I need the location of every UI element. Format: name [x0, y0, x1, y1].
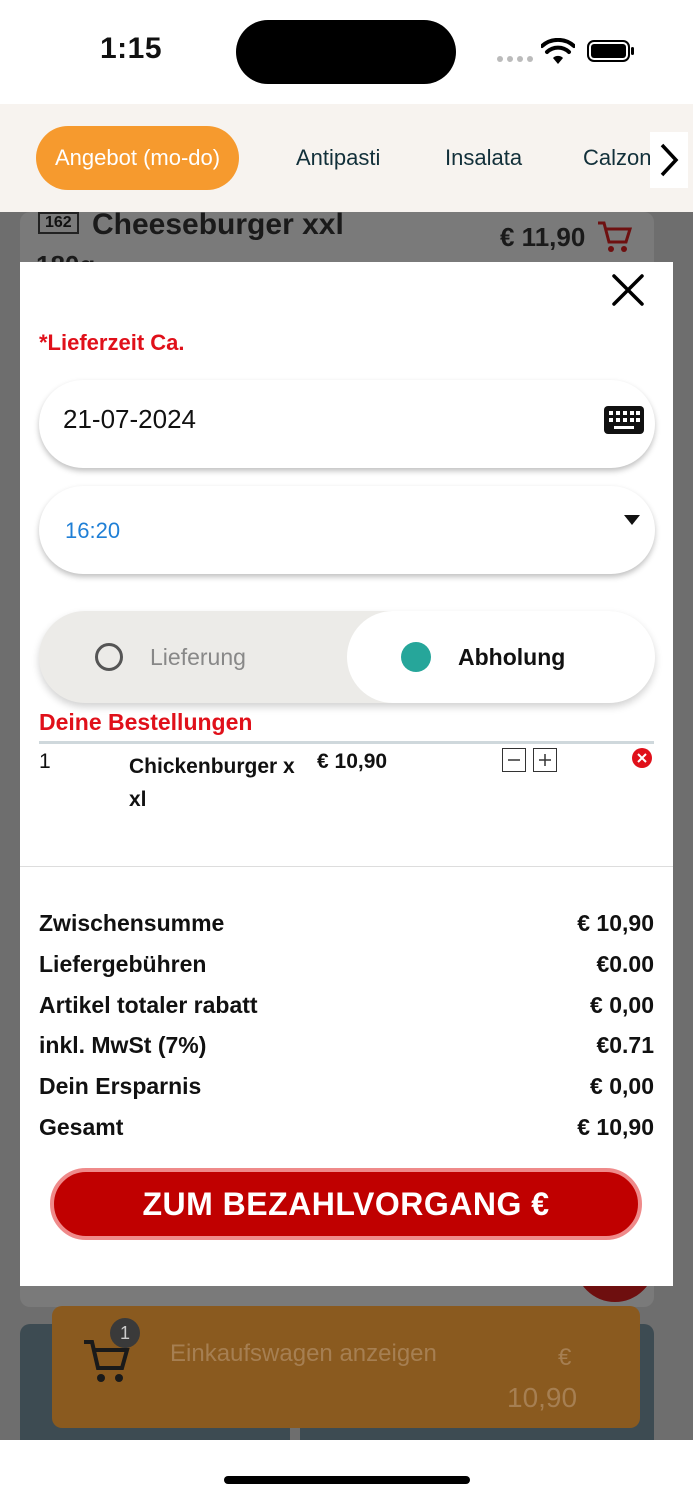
item-title: Cheeseburger xxl: [92, 212, 344, 241]
summary-value: € 0,00: [590, 1073, 654, 1099]
savings-row: Dein Ersparnis € 0,00: [39, 1073, 654, 1113]
category-tab-insalata[interactable]: Insalata: [445, 126, 522, 190]
minus-icon: [508, 759, 520, 761]
summary-label: Dein Ersparnis: [39, 1073, 202, 1099]
summary-value: €0.71: [596, 1032, 654, 1058]
option-pickup-label: Abholung: [458, 643, 566, 670]
radio-selected-icon: [401, 642, 431, 672]
category-bar: Angebot (mo-do) Antipasti Insalata Calzo…: [0, 104, 693, 212]
radio-unselected-icon: [95, 643, 123, 671]
total-row: Gesamt € 10,90: [39, 1114, 654, 1154]
summary-label: inkl. MwSt (7%): [39, 1032, 207, 1058]
summary-value: € 10,90: [577, 1114, 654, 1140]
date-value: 21-07-2024: [63, 404, 196, 434]
view-cart-bar: 1 Einkaufswagen anzeigen € 10,90: [52, 1306, 640, 1428]
cart-currency: €: [558, 1344, 572, 1371]
home-indicator[interactable]: [224, 1476, 470, 1484]
item-number: 162: [38, 212, 79, 234]
view-cart-label: Einkaufswagen anzeigen: [170, 1340, 437, 1367]
option-delivery-label: Lieferung: [150, 643, 246, 670]
summary-value: €0.00: [596, 951, 654, 977]
time-select[interactable]: 16:20: [39, 486, 655, 574]
dynamic-island: [236, 20, 456, 84]
cellular-signal-icon: [497, 56, 533, 62]
summary-value: € 10,90: [577, 910, 654, 936]
summary-label: Zwischensumme: [39, 910, 225, 936]
fulfillment-toggle: Lieferung Abholung: [39, 611, 655, 703]
cart-count-badge: 1: [110, 1318, 140, 1348]
option-pickup[interactable]: Abholung: [347, 611, 655, 703]
time-value: 16:20: [65, 518, 121, 543]
status-bar: 1:15: [0, 0, 693, 104]
status-time: 1:15: [100, 32, 163, 65]
remove-item-button[interactable]: [632, 748, 652, 768]
dropdown-arrow-icon: [624, 515, 640, 525]
order-quantity: 1: [39, 750, 51, 773]
keyboard-icon[interactable]: [603, 404, 645, 436]
subtotal-row: Zwischensumme € 10,90: [39, 910, 654, 950]
home-indicator-area: [0, 1440, 693, 1500]
summary-label: Gesamt: [39, 1114, 124, 1140]
category-tab-calzone[interactable]: Calzon: [583, 126, 650, 190]
battery-icon: [587, 40, 634, 62]
cart-total: 10,90: [507, 1382, 578, 1413]
summary-label: Liefergebühren: [39, 951, 207, 977]
plus-icon: [539, 754, 551, 766]
orders-divider: [39, 741, 654, 744]
category-tab-angebot[interactable]: Angebot (mo-do): [36, 126, 240, 190]
summary-label: Artikel totaler rabatt: [39, 992, 258, 1018]
item-price: € 11,90: [500, 222, 586, 252]
summary-divider: [20, 866, 673, 867]
increase-quantity-button[interactable]: [533, 748, 557, 772]
order-row: 1 Chickenburger xxl € 10,90: [39, 748, 654, 818]
delivery-fee-row: Liefergebühren €0.00: [39, 951, 654, 991]
order-item-name: Chickenburger xxl: [129, 755, 295, 811]
discount-row: Artikel totaler rabatt € 0,00: [39, 992, 654, 1032]
order-item-price: € 10,90: [317, 750, 388, 773]
date-input[interactable]: 21-07-2024: [39, 380, 655, 468]
checkout-button[interactable]: ZUM BEZAHLVORGANG €: [50, 1168, 642, 1240]
vat-row: inkl. MwSt (7%) €0.71: [39, 1032, 654, 1072]
summary-value: € 0,00: [590, 992, 654, 1018]
chevron-right-icon: [660, 143, 679, 177]
orders-title: Deine Bestellungen: [39, 709, 253, 735]
close-icon[interactable]: [610, 272, 646, 308]
add-to-cart-icon: [598, 221, 632, 252]
close-circle-icon: [637, 753, 647, 763]
category-tab-antipasti[interactable]: Antipasti: [296, 126, 380, 190]
delivery-time-label: *Lieferzeit Ca.: [39, 330, 185, 355]
category-next-button[interactable]: [650, 132, 688, 188]
wifi-icon: [541, 38, 575, 64]
decrease-quantity-button[interactable]: [502, 748, 526, 772]
order-modal: *Lieferzeit Ca. 21-07-2024 16:20 Lieferu…: [20, 262, 673, 1286]
option-delivery[interactable]: Lieferung: [95, 611, 246, 703]
